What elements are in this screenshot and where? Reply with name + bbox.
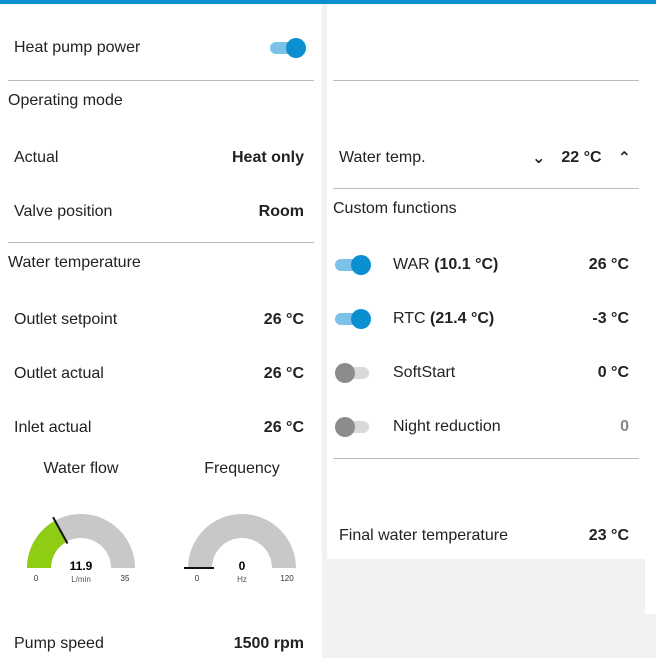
toggle-knob [351,309,371,329]
toggle-knob [335,363,355,383]
custom-functions-title: Custom functions [333,200,457,217]
outlet-actual-row: Outlet actual 26 °C [14,360,304,388]
chevron-up-icon[interactable]: ⌃ [618,148,631,168]
divider [333,80,639,81]
toggle-knob [286,38,306,58]
pump-speed-row: Pump speed 1500 rpm [14,630,304,658]
softstart-label: SoftStart [393,364,456,381]
inlet-actual-row: Inlet actual 26 °C [14,414,304,442]
war-label: WAR (10.1 °C) [393,256,589,274]
outlet-setpoint-label: Outlet setpoint [14,311,118,328]
water-flow-min: 0 [34,574,39,583]
water-flow-unit: L/min [71,575,91,584]
chevron-down-icon[interactable]: ⌄ [532,148,545,168]
valve-position-row: Valve position Room [14,198,304,226]
final-water-temperature-label: Final water temperature [339,527,508,544]
final-water-temperature-value: 23 °C [588,527,629,544]
custom-function-war: WAR (10.1 °C) 26 °C [335,251,629,279]
custom-function-softstart: SoftStart 0 °C [335,359,629,387]
outlet-actual-value: 26 °C [263,365,304,382]
night-reduction-toggle[interactable] [335,416,371,438]
water-flow-title: Water flow [43,460,119,477]
war-name: WAR [393,256,430,273]
softstart-value: 0 °C [597,364,629,381]
side-panel-edge [645,4,656,614]
water-temp-setting-value: 22 °C [561,149,602,166]
pump-speed-value: 1500 rpm [233,635,304,652]
divider [333,188,639,189]
war-toggle[interactable] [335,254,371,276]
toggle-knob [335,417,355,437]
outlet-setpoint-value: 26 °C [263,311,304,328]
final-water-temperature-row: Final water temperature 23 °C [339,522,629,550]
valve-position-label: Valve position [14,203,113,220]
water-temperature-title: Water temperature [8,254,141,271]
frequency-title: Frequency [204,460,280,477]
left-panel: Heat pump power Operating mode Actual He… [0,4,322,658]
actual-mode-value: Heat only [231,149,304,166]
rtc-detail: (21.4 °C) [430,310,495,327]
outlet-setpoint-row: Outlet setpoint 26 °C [14,306,304,334]
divider [8,80,314,81]
right-panel: Water temp. ⌄ 22 °C ⌃ Custom functions W… [327,4,645,559]
night-reduction-label: Night reduction [393,418,501,435]
softstart-toggle[interactable] [335,362,371,384]
custom-function-night-reduction: Night reduction 0 [335,413,629,441]
water-flow-value: 11.9 [70,559,93,573]
outlet-actual-label: Outlet actual [14,365,104,382]
rtc-toggle[interactable] [335,308,371,330]
water-flow-gauge: 11.9 L/min 0 35 [27,514,135,584]
actual-mode-row: Actual Heat only [14,144,304,172]
rtc-name: RTC [393,310,426,327]
frequency-min: 0 [195,574,200,583]
custom-function-rtc: RTC (21.4 °C) -3 °C [335,305,629,333]
operating-mode-title: Operating mode [8,92,123,109]
valve-position-value: Room [258,203,304,220]
water-temp-stepper: ⌄ 22 °C ⌃ [532,148,631,168]
inlet-actual-label: Inlet actual [14,419,92,436]
inlet-actual-value: 26 °C [263,419,304,436]
frequency-unit: Hz [237,575,247,584]
toggle-knob [351,255,371,275]
divider [333,458,639,459]
war-value: 26 °C [588,256,629,273]
frequency-max: 120 [280,574,294,583]
water-flow-max: 35 [121,574,130,583]
rtc-label: RTC (21.4 °C) [393,310,592,328]
night-reduction-value: 0 [620,418,629,435]
pump-speed-label: Pump speed [14,635,104,652]
heat-pump-power-row: Heat pump power [14,32,306,64]
divider [8,242,314,243]
water-temp-setting-label: Water temp. [339,149,426,166]
heat-pump-power-label: Heat pump power [14,39,141,56]
heat-pump-power-toggle[interactable] [270,37,306,59]
water-temp-setting-row: Water temp. ⌄ 22 °C ⌃ [339,144,631,172]
rtc-value: -3 °C [592,310,629,327]
war-detail: (10.1 °C) [434,256,499,273]
actual-mode-label: Actual [14,149,59,166]
frequency-value: 0 [239,559,246,573]
frequency-gauge: 0 Hz 0 120 [184,514,296,584]
